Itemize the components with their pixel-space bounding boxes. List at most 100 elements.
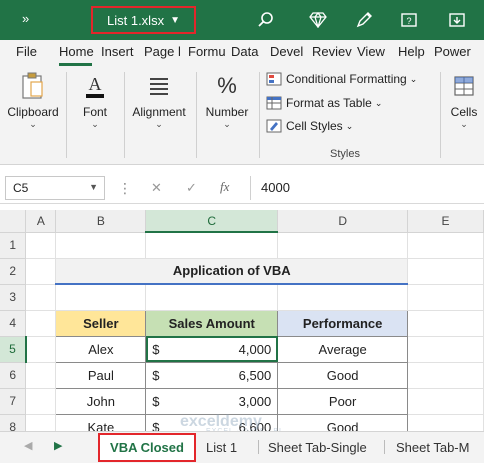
tab-insert[interactable]: Insert — [101, 44, 134, 59]
sheet-tab[interactable]: Sheet Tab-Single — [260, 432, 375, 462]
confirm-icon[interactable]: ✓ — [186, 180, 197, 196]
tab-separator — [258, 440, 259, 454]
conditional-formatting-button[interactable]: Conditional Formatting ⌄ — [266, 72, 417, 86]
tab-data[interactable]: Data — [231, 44, 258, 59]
scroll-tabs-left-icon[interactable]: ◀ — [24, 439, 32, 452]
cell[interactable] — [25, 362, 57, 389]
header-seller[interactable]: Seller — [55, 309, 147, 337]
worksheet-grid: A B C D E 1 2 Application of VBA 3 4 Sel… — [0, 210, 484, 431]
cell[interactable] — [25, 388, 57, 415]
column-header-a[interactable]: A — [25, 210, 57, 233]
tab-home[interactable]: Home — [59, 44, 94, 59]
sales-amount-cell-selected[interactable]: $4,000 — [145, 335, 279, 363]
formula-input[interactable]: 4000 — [250, 176, 480, 200]
diamond-icon[interactable] — [307, 9, 329, 31]
search-icon[interactable] — [255, 9, 277, 31]
performance-cell[interactable]: Average — [277, 335, 409, 363]
format-as-table-button[interactable]: Format as Table ⌄ — [266, 96, 382, 110]
conditional-formatting-icon — [266, 72, 282, 86]
cell[interactable] — [407, 336, 484, 363]
seller-cell[interactable]: John — [55, 387, 147, 415]
sales-amount-cell[interactable]: $6,500 — [145, 361, 279, 389]
file-name-dropdown[interactable]: List 1.xlsx ▼ — [91, 6, 196, 34]
scroll-tabs-right-icon[interactable]: ▶ — [54, 439, 62, 452]
tab-developer[interactable]: Devel — [270, 44, 303, 59]
table-row: 7 John $3,000 Poor — [0, 387, 484, 415]
ribbon-gap — [0, 165, 484, 174]
select-all-corner[interactable] — [0, 210, 27, 233]
header-performance[interactable]: Performance — [277, 309, 409, 337]
cell-styles-button[interactable]: Cell Styles ⌄ — [266, 119, 353, 133]
name-box[interactable]: C5 ▼ — [5, 176, 105, 200]
cell[interactable] — [25, 414, 57, 431]
cell[interactable] — [25, 336, 57, 363]
cell[interactable] — [407, 232, 484, 259]
row-header-5[interactable]: 5 — [0, 336, 27, 363]
clipboard-group[interactable]: Clipboard ⌄ — [6, 70, 60, 130]
alignment-group[interactable]: Alignment ⌄ — [128, 70, 190, 130]
row-header-6[interactable]: 6 — [0, 362, 27, 389]
cell[interactable] — [407, 284, 484, 311]
row-header-1[interactable]: 1 — [0, 232, 27, 259]
cell[interactable] — [25, 284, 57, 311]
cell[interactable] — [145, 284, 279, 311]
performance-cell[interactable]: Poor — [277, 387, 409, 415]
sales-amount-cell[interactable]: $3,000 — [145, 387, 279, 415]
chevron-down-icon: ⌄ — [91, 119, 99, 129]
tab-file[interactable]: File — [16, 44, 37, 59]
cell[interactable] — [25, 258, 57, 285]
cell[interactable] — [407, 388, 484, 415]
row-header-4[interactable]: 4 — [0, 310, 27, 337]
seller-cell[interactable]: Alex — [55, 335, 147, 363]
performance-cell[interactable]: Good — [277, 361, 409, 389]
row-header-3[interactable]: 3 — [0, 284, 27, 311]
insert-function-button[interactable]: fx — [220, 179, 229, 195]
sheet-title[interactable]: Application of VBA — [55, 258, 409, 285]
more-options-icon[interactable]: ⋮ — [118, 180, 132, 197]
column-header-e[interactable]: E — [407, 210, 484, 233]
seller-cell[interactable]: Kate — [55, 413, 147, 431]
row-header-8[interactable]: 8 — [0, 414, 27, 431]
sheet-tab[interactable]: Sheet Tab-M — [388, 432, 484, 462]
cell[interactable] — [277, 232, 409, 259]
font-group[interactable]: A Font ⌄ — [72, 70, 118, 130]
cell[interactable] — [55, 232, 147, 259]
row-header-2[interactable]: 2 — [0, 258, 27, 285]
number-group[interactable]: % Number ⌄ — [200, 70, 254, 130]
cell[interactable] — [277, 284, 409, 311]
tab-help[interactable]: Help — [398, 44, 425, 59]
restore-icon[interactable] — [446, 9, 468, 31]
tab-page-layout[interactable]: Page l — [144, 44, 181, 59]
help-icon[interactable]: ? — [398, 9, 420, 31]
alignment-icon — [143, 70, 175, 102]
seller-cell[interactable]: Paul — [55, 361, 147, 389]
sheet-tab[interactable]: List 1 — [198, 432, 245, 462]
sheet-tab-active[interactable]: VBA Closed — [98, 433, 196, 462]
chevron-down-icon: ▼ — [170, 14, 180, 26]
cell[interactable] — [25, 232, 57, 259]
cell[interactable] — [55, 284, 147, 311]
cell[interactable] — [407, 258, 484, 285]
column-header-b[interactable]: B — [55, 210, 147, 233]
expand-quick-access-button[interactable]: » — [22, 11, 29, 26]
table-row: 6 Paul $6,500 Good — [0, 361, 484, 389]
tab-power[interactable]: Power — [434, 44, 471, 59]
column-header-d[interactable]: D — [277, 210, 409, 233]
tab-view[interactable]: View — [357, 44, 385, 59]
column-header-c[interactable]: C — [145, 210, 279, 233]
header-sales-amount[interactable]: Sales Amount — [145, 309, 279, 337]
cells-group[interactable]: Cells ⌄ — [446, 70, 482, 130]
cell[interactable] — [407, 414, 484, 431]
ribbon: Clipboard ⌄ A Font ⌄ Alignment ⌄ % Numbe… — [0, 66, 484, 165]
tab-formulas[interactable]: Formu — [188, 44, 226, 59]
cell[interactable] — [25, 310, 57, 337]
row-header-7[interactable]: 7 — [0, 388, 27, 415]
performance-cell[interactable]: Good — [277, 413, 409, 431]
cell[interactable] — [145, 232, 279, 259]
cell[interactable] — [407, 362, 484, 389]
cell[interactable] — [407, 310, 484, 337]
cancel-icon[interactable]: ✕ — [151, 180, 162, 196]
pen-icon[interactable] — [353, 9, 375, 31]
svg-text:A: A — [89, 74, 102, 94]
tab-review[interactable]: Reviev — [312, 44, 352, 59]
